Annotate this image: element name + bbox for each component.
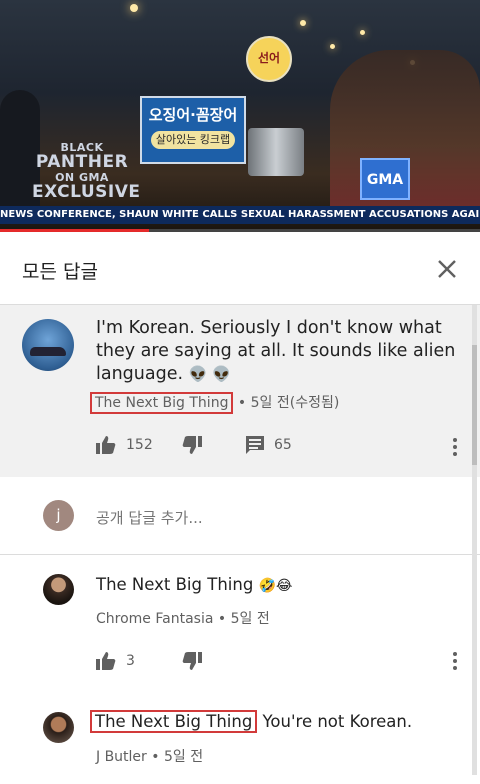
- avatar[interactable]: [22, 319, 74, 371]
- like-count: 3: [126, 653, 135, 669]
- avatar[interactable]: [43, 574, 74, 605]
- show-logo-line: EXCLUSIVE: [32, 182, 141, 202]
- show-logo-line: PANTHER: [35, 152, 129, 172]
- more-options-button[interactable]: [452, 651, 458, 671]
- page-title: 모든 답글: [22, 261, 98, 283]
- reply-body: The Next Big Thing: [96, 575, 254, 594]
- like-button[interactable]: 152: [96, 433, 153, 457]
- thumbs-down-icon: [182, 652, 202, 670]
- more-options-button[interactable]: [452, 437, 458, 457]
- more-vert-icon: [453, 438, 457, 456]
- light-bulb: [360, 30, 365, 35]
- dislike-button[interactable]: [182, 649, 202, 673]
- reply-text: The Next Big Thing 🤣😂: [96, 575, 292, 594]
- channel-badge: GMA: [360, 158, 410, 200]
- comment-author[interactable]: The Next Big Thing: [90, 392, 234, 414]
- replies-header: 모든 답글: [0, 232, 480, 305]
- scrollbar[interactable]: [472, 305, 477, 775]
- thumbs-up-icon: [96, 652, 116, 670]
- comment-icon: [246, 436, 264, 454]
- laughing-emoji: 🤣😂: [258, 578, 293, 594]
- car-image: [30, 347, 66, 356]
- reply-time: • 5일 전: [151, 749, 204, 765]
- steam-pot: [248, 128, 304, 176]
- shop-sign-text: 오징어·꼼장어: [148, 106, 238, 124]
- shop-sign: 오징어·꼼장어 살아있는 킹크랩: [140, 96, 246, 164]
- more-vert-icon: [453, 652, 457, 670]
- comment-body: I'm Korean. Seriously I don't know what …: [96, 318, 456, 384]
- reply-text: The Next Big Thing You're not Korean.: [90, 710, 412, 733]
- main-comment: I'm Korean. Seriously I don't know what …: [0, 305, 480, 477]
- avatar: j: [43, 500, 74, 531]
- thumbs-up-icon: [96, 436, 116, 454]
- avatar[interactable]: [43, 712, 74, 743]
- alien-emoji: 👽 👽: [188, 365, 231, 383]
- scrollbar-thumb[interactable]: [472, 345, 477, 465]
- light-bulb: [300, 20, 306, 26]
- close-icon: [438, 260, 456, 278]
- news-ticker: NEWS CONFERENCE, SHAUN WHITE CALLS SEXUA…: [0, 206, 480, 224]
- reply-count: 65: [274, 437, 292, 453]
- reply-item: The Next Big Thing You're not Korean. J …: [0, 696, 480, 784]
- comment-meta: The Next Big Thing • 5일 전(수정됨): [90, 392, 339, 414]
- reply-button[interactable]: 65: [246, 433, 292, 457]
- reply-author[interactable]: Chrome Fantasia: [96, 611, 213, 627]
- comment-text: I'm Korean. Seriously I don't know what …: [96, 317, 464, 386]
- add-reply-row[interactable]: j 공개 답글 추가...: [0, 477, 480, 555]
- like-count: 152: [126, 437, 153, 453]
- show-logo: BLACK PANTHER ON GMA EXCLUSIVE: [32, 140, 141, 202]
- close-button[interactable]: [434, 256, 460, 282]
- thumbs-down-icon: [182, 436, 202, 454]
- like-button[interactable]: 3: [96, 649, 135, 673]
- shop-sign-subtext: 살아있는 킹크랩: [151, 131, 235, 149]
- shop-round-sign: 선어: [246, 36, 292, 82]
- reply-input[interactable]: 공개 답글 추가...: [96, 507, 203, 528]
- reply-item: The Next Big Thing 🤣😂 Chrome Fantasia • …: [0, 556, 480, 686]
- reply-body: You're not Korean.: [257, 712, 413, 731]
- reply-meta: Chrome Fantasia • 5일 전: [96, 608, 270, 628]
- light-bulb: [330, 44, 335, 49]
- reply-author[interactable]: J Butler: [96, 749, 147, 765]
- reply-time: • 5일 전: [217, 611, 270, 627]
- dislike-button[interactable]: [182, 433, 202, 457]
- comment-time: • 5일 전(수정됨): [237, 395, 340, 411]
- reply-mention[interactable]: The Next Big Thing: [90, 710, 258, 733]
- light-bulb: [130, 4, 138, 12]
- reply-meta: J Butler • 5일 전: [96, 746, 203, 766]
- video-player[interactable]: 선어 오징어·꼼장어 살아있는 킹크랩 BLACK PANTHER ON GMA…: [0, 0, 480, 232]
